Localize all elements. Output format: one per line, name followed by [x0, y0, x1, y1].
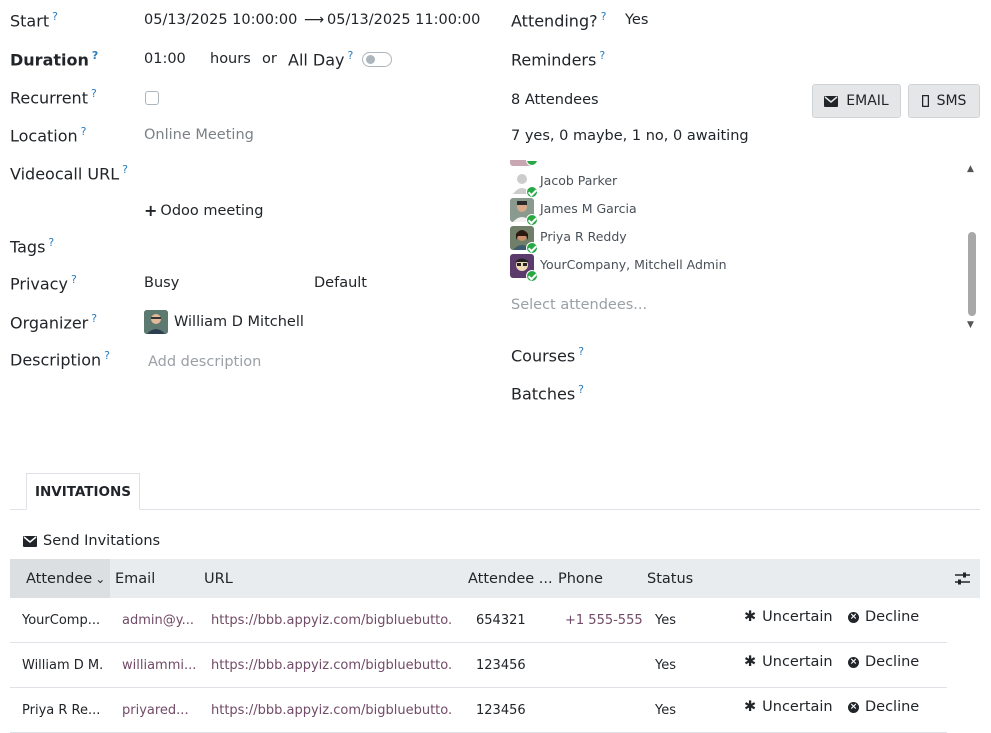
duration-label: Duration? [10, 49, 99, 70]
uncertain-button[interactable]: ✱ Uncertain [744, 609, 833, 625]
envelope-icon [824, 95, 839, 107]
cell-email[interactable]: williammi... [122, 643, 202, 688]
column-header-attendee[interactable]: Attendee ⌄ [10, 559, 110, 598]
attendees-summary: 7 yes, 0 maybe, 1 no, 0 awaiting [511, 128, 749, 144]
table-row[interactable]: YourComp... admin@y... https://bbb.appyi… [10, 598, 947, 643]
mobile-phone-icon [921, 95, 929, 107]
cell-attendee-code: 123456 [476, 658, 526, 673]
table-row[interactable]: Priya R Re... priyared... https://bbb.ap… [10, 688, 947, 733]
select-attendees-input[interactable]: Select attendees... [511, 297, 647, 313]
optional-columns-toggle-icon[interactable] [955, 559, 970, 598]
column-header-status[interactable]: Status [647, 559, 693, 598]
decline-button[interactable]: × Decline [848, 699, 919, 715]
times-circle-icon: × [848, 656, 859, 668]
cell-phone[interactable]: +1 555-555- [565, 598, 643, 643]
times-circle-icon: × [848, 701, 859, 713]
accepted-check-icon [526, 270, 538, 282]
cell-phone[interactable] [565, 688, 643, 733]
plus-icon: + [144, 201, 158, 220]
arrow-right-icon: ⟶ [304, 12, 325, 28]
decline-button[interactable]: × Decline [848, 654, 919, 670]
or-text: or [262, 51, 277, 67]
column-header-email[interactable]: Email [115, 559, 155, 598]
accepted-check-icon [526, 214, 538, 226]
cell-status: Yes [655, 703, 676, 718]
description-input[interactable]: Add description [148, 354, 261, 370]
cell-phone[interactable] [565, 643, 643, 688]
description-label: Description? [10, 349, 110, 370]
organizer-name[interactable]: William D Mitchell [174, 314, 304, 330]
reminders-label: Reminders? [511, 49, 606, 70]
duration-input[interactable]: 01:00 [144, 51, 186, 67]
courses-label: Courses? [511, 345, 585, 366]
asterisk-icon: ✱ [744, 609, 757, 625]
uncertain-button[interactable]: ✱ Uncertain [744, 699, 833, 715]
column-header-phone[interactable]: Phone [558, 559, 603, 598]
envelope-icon [23, 535, 37, 547]
asterisk-icon: ✱ [744, 699, 757, 715]
allday-label: All Day? [288, 49, 354, 70]
attendee-name: James M Garcia [540, 201, 637, 216]
duration-unit: hours [210, 51, 251, 67]
start-label: Start? [10, 10, 58, 31]
send-invitations-button[interactable]: Send Invitations [23, 533, 160, 549]
scroll-up-icon[interactable]: ▲ [967, 164, 974, 174]
stop-datetime-input[interactable]: 05/13/2025 11:00:00 [327, 12, 480, 28]
chevron-down-icon: ⌄ [95, 571, 106, 586]
odoo-meeting-button[interactable]: + Odoo meeting [144, 201, 263, 220]
tab-divider [10, 509, 980, 510]
cell-attendee: Priya R Re... [22, 703, 101, 718]
asterisk-icon: ✱ [744, 654, 757, 670]
batches-label: Batches? [511, 383, 585, 404]
column-header-attendee-code[interactable]: Attendee ... [468, 559, 553, 598]
cell-attendee-code: 123456 [476, 703, 526, 718]
attendee-name: YourCompany, Mitchell Admin [540, 257, 727, 272]
tab-invitations[interactable]: INVITATIONS [26, 473, 140, 510]
uncertain-button[interactable]: ✱ Uncertain [744, 654, 833, 670]
attending-select[interactable]: Yes [625, 12, 648, 28]
cell-url[interactable]: https://bbb.appyiz.com/bigbluebutto... [211, 598, 451, 643]
cell-attendee-code: 654321 [476, 613, 526, 628]
tags-label: Tags? [10, 236, 55, 257]
recurrent-label: Recurrent? [10, 87, 97, 108]
sms-button[interactable]: SMS [908, 84, 980, 118]
scrollbar-thumb[interactable] [968, 232, 976, 316]
allday-toggle[interactable] [362, 52, 392, 67]
privacy-label: Privacy? [10, 273, 77, 294]
table-row[interactable]: William D M... williammi... https://bbb.… [10, 643, 947, 688]
privacy-select[interactable]: Default [314, 275, 367, 291]
organizer-avatar [144, 310, 168, 334]
decline-button[interactable]: × Decline [848, 609, 919, 625]
cell-status: Yes [655, 613, 676, 628]
cell-attendee: William D M... [22, 658, 102, 673]
start-datetime-input[interactable]: 05/13/2025 10:00:00 [144, 12, 297, 28]
cell-status: Yes [655, 658, 676, 673]
recurrent-checkbox[interactable] [145, 91, 159, 105]
location-label: Location? [10, 125, 87, 146]
table-header: Attendee ⌄ Email URL Attendee ... Phone … [10, 559, 980, 598]
email-button[interactable]: EMAIL [812, 84, 901, 118]
cell-attendee: YourComp... [22, 613, 101, 628]
cell-email[interactable]: admin@y... [122, 598, 202, 643]
organizer-label: Organizer? [10, 312, 98, 333]
attending-label: Attending?? [511, 10, 607, 31]
cell-url[interactable]: https://bbb.appyiz.com/bigbluebutto... [211, 643, 451, 688]
attendee-name: Priya R Reddy [540, 229, 627, 244]
scroll-down-icon[interactable]: ▼ [967, 320, 974, 330]
column-header-url[interactable]: URL [204, 559, 233, 598]
cell-url[interactable]: https://bbb.appyiz.com/bigbluebutto... [211, 688, 451, 733]
videocall-label: Videocall URL? [10, 163, 128, 184]
attendees-count: 8 Attendees [511, 92, 599, 108]
times-circle-icon: × [848, 611, 859, 623]
show-as-select[interactable]: Busy [144, 275, 179, 291]
accepted-check-icon [526, 186, 538, 198]
location-input[interactable]: Online Meeting [144, 127, 254, 143]
accepted-check-icon [526, 242, 538, 254]
attendee-name: Jacob Parker [540, 173, 618, 188]
cell-email[interactable]: priyared... [122, 688, 202, 733]
